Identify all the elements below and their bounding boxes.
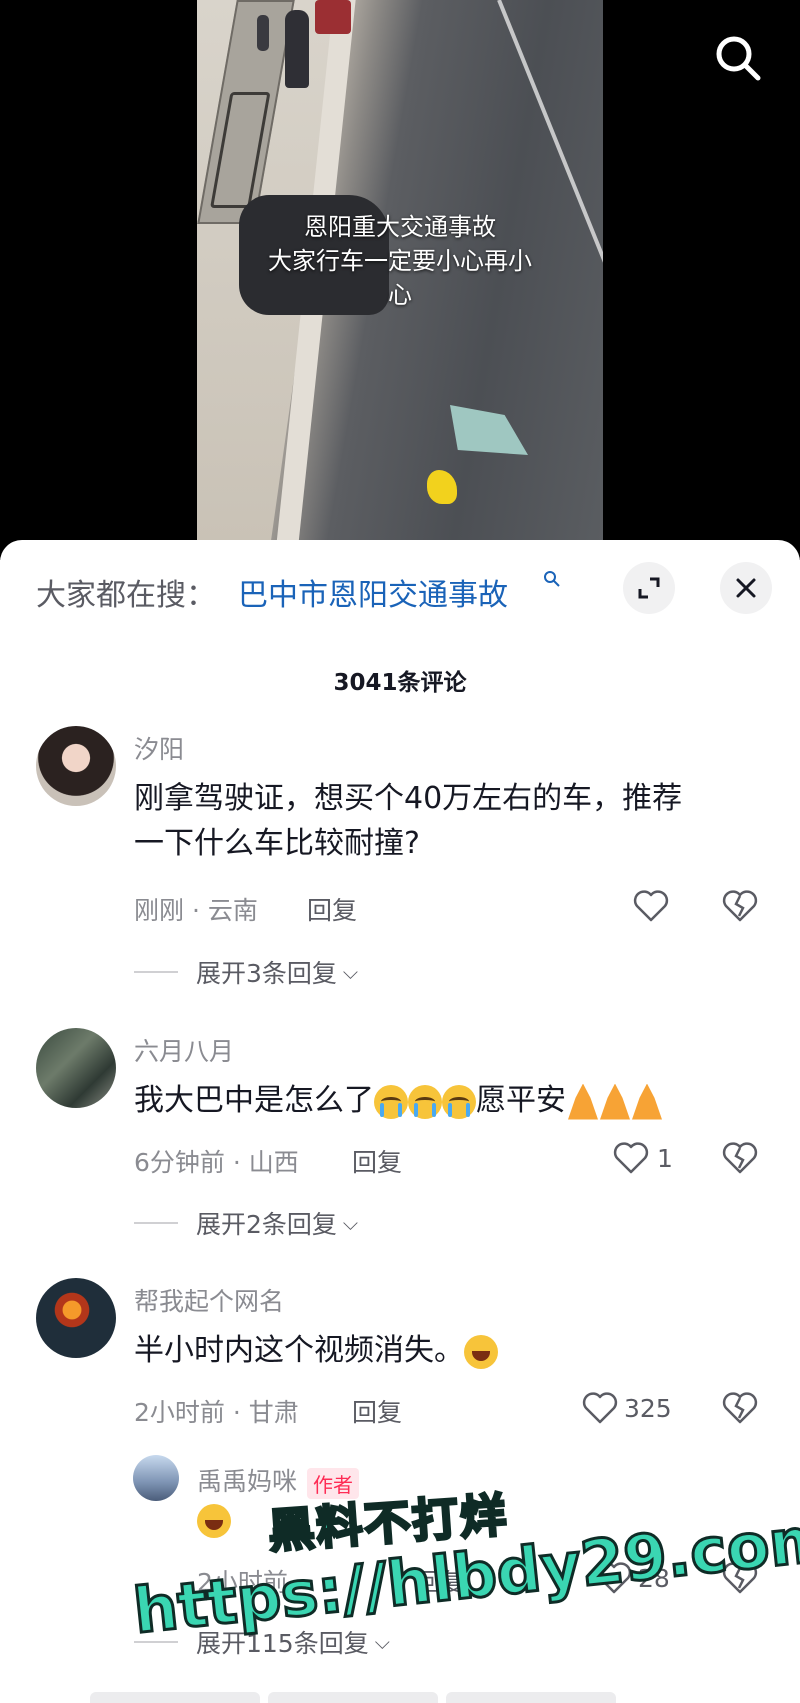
hot-search-bar: 大家都在搜： 巴中市恩阳交通事故 bbox=[0, 540, 800, 640]
avatar[interactable] bbox=[36, 1028, 116, 1108]
video-caption: 恩阳重大交通事故 大家行车一定要小心再小 心 bbox=[197, 210, 603, 312]
bottom-tab-strip bbox=[0, 1692, 800, 1703]
search-icon[interactable] bbox=[710, 30, 766, 86]
comment-text-line: 刚拿驾驶证，想买个40万左右的车，推荐 bbox=[134, 781, 683, 816]
expand-replies-button[interactable]: 展开3条回复 ⌵ bbox=[134, 954, 358, 990]
reply-text bbox=[197, 1504, 231, 1538]
broken-heart-icon[interactable] bbox=[720, 1388, 760, 1428]
comment-text-end: 愿平安 bbox=[476, 1083, 566, 1118]
chevron-down-icon: ⌵ bbox=[342, 960, 359, 984]
comment-text: 我大巴中是怎么了 愿平安 bbox=[134, 1078, 774, 1123]
crying-emoji-icon bbox=[408, 1084, 442, 1119]
expand-replies-button[interactable]: 展开2条回复 ⌵ bbox=[134, 1205, 358, 1241]
like-count: 325 bbox=[624, 1393, 672, 1423]
avatar[interactable] bbox=[36, 1278, 116, 1358]
expand-replies-label: 展开3条回复 bbox=[196, 959, 337, 988]
chevron-down-icon: ⌵ bbox=[374, 1630, 390, 1654]
comment-meta: 6分钟前 · 山西 bbox=[134, 1148, 299, 1177]
chevron-down-icon: ⌵ bbox=[342, 1211, 359, 1235]
comment-username[interactable]: 汐阳 bbox=[134, 730, 184, 766]
reply-avatar[interactable] bbox=[133, 1455, 179, 1501]
video-player[interactable]: 恩阳重大交通事故 大家行车一定要小心再小 心 bbox=[0, 0, 800, 560]
heart-icon bbox=[633, 890, 669, 922]
comment-text-start: 我大巴中是怎么了 bbox=[134, 1083, 374, 1118]
laughing-emoji-icon bbox=[464, 1334, 498, 1369]
praying-hands-icon bbox=[568, 1083, 598, 1120]
reply-button[interactable]: 回复 bbox=[352, 1143, 402, 1179]
comment-username[interactable]: 帮我起个网名 bbox=[134, 1282, 284, 1318]
video-caption-line: 心 bbox=[388, 281, 412, 309]
reply-button[interactable]: 回复 bbox=[352, 1393, 402, 1429]
laughing-emoji-icon bbox=[197, 1504, 231, 1538]
reply-username[interactable]: 禹禹妈咪 bbox=[197, 1467, 297, 1496]
hot-search-prefix: 大家都在搜： bbox=[36, 578, 216, 613]
video-caption-line: 大家行车一定要小心再小 bbox=[268, 247, 532, 275]
praying-hands-icon bbox=[632, 1083, 662, 1120]
heart-icon bbox=[613, 1142, 649, 1174]
comment-meta: 刚刚 · 云南 bbox=[134, 896, 258, 925]
search-small-icon bbox=[543, 570, 561, 593]
comment-username[interactable]: 六月八月 bbox=[134, 1032, 234, 1068]
heart-icon bbox=[582, 1392, 618, 1424]
like-count: 1 bbox=[657, 1143, 673, 1173]
broken-heart-icon[interactable] bbox=[720, 886, 760, 926]
video-caption-line: 恩阳重大交通事故 bbox=[304, 213, 496, 241]
crying-emoji-icon bbox=[374, 1084, 408, 1119]
praying-hands-icon bbox=[600, 1083, 630, 1120]
avatar[interactable] bbox=[36, 726, 116, 806]
expand-replies-label: 展开2条回复 bbox=[196, 1210, 337, 1239]
comment-text-line: 一下什么车比较耐撞? bbox=[134, 826, 420, 861]
like-button[interactable] bbox=[631, 886, 671, 926]
hot-search-link[interactable]: 巴中市恩阳交通事故 bbox=[238, 570, 508, 614]
like-button[interactable]: 1 bbox=[611, 1138, 673, 1178]
comment-text: 半小时内这个视频消失。 bbox=[134, 1328, 774, 1373]
comment-text-body: 半小时内这个视频消失。 bbox=[134, 1333, 464, 1368]
comment-meta: 2小时前 · 甘肃 bbox=[134, 1398, 299, 1427]
broken-heart-icon[interactable] bbox=[720, 1138, 760, 1178]
crying-emoji-icon bbox=[442, 1084, 476, 1119]
comment-text: 刚拿驾驶证，想买个40万左右的车，推荐 一下什么车比较耐撞? bbox=[134, 776, 774, 866]
reply-button[interactable]: 回复 bbox=[307, 891, 357, 927]
close-icon[interactable] bbox=[720, 562, 772, 614]
fullscreen-icon[interactable] bbox=[623, 562, 675, 614]
like-button[interactable]: 325 bbox=[580, 1388, 672, 1428]
comment-count: 3041条评论 bbox=[333, 670, 467, 696]
